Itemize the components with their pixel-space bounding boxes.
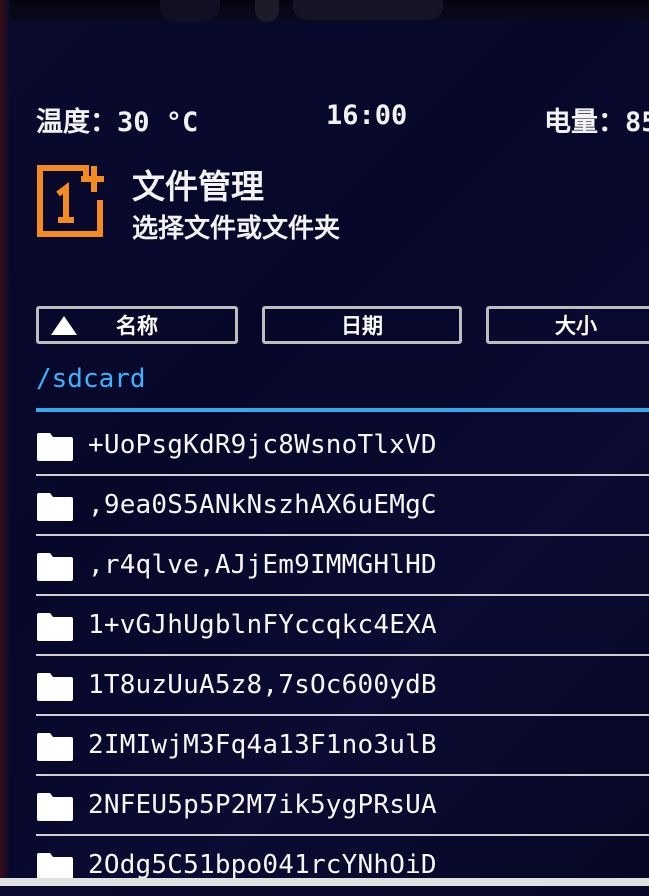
current-path: /sdcard <box>36 364 146 394</box>
sort-by-name-button[interactable]: 名称 <box>36 306 238 344</box>
list-item[interactable]: ,9ea0S5ANkNszhAX6uEMgC <box>36 476 649 536</box>
page-header: 文件管理 选择文件或文件夹 <box>36 160 636 250</box>
oneplus-logo-icon <box>37 165 104 237</box>
file-name: +UoPsgKdR9jc8WsnoTlxVD <box>88 430 437 460</box>
proximity-sensor <box>160 0 220 22</box>
sort-by-date-button[interactable]: 日期 <box>262 306 462 344</box>
device-bezel <box>0 0 649 22</box>
file-name: 1+vGJhUgblnFYccqkc4EXA <box>88 610 437 640</box>
triangle-up-icon <box>51 316 77 335</box>
list-item[interactable]: 1T8uzUuA5z8,7sOc600ydB <box>36 656 649 716</box>
list-item[interactable]: 2NFEU5p5P2M7ik5ygPRsUA <box>36 776 649 836</box>
file-name: 2NFEU5p5P2M7ik5ygPRsUA <box>88 790 437 820</box>
list-item[interactable]: ,r4qlve,AJjEm9IMMGHlHD <box>36 536 649 596</box>
folder-icon <box>37 733 73 761</box>
screen-bottom-edge <box>0 878 649 886</box>
status-bar: 温度：30 °C 16:00 电量：85 <box>0 100 649 138</box>
file-name: ,r4qlve,AJjEm9IMMGHlHD <box>88 550 437 580</box>
folder-icon <box>37 493 73 521</box>
clock: 16:00 <box>326 100 408 131</box>
page-subtitle: 选择文件或文件夹 <box>132 214 341 244</box>
folder-icon <box>37 433 73 461</box>
battery-readout: 电量：85 <box>544 107 649 138</box>
page-title: 文件管理 <box>132 167 264 206</box>
path-divider <box>36 408 649 412</box>
file-name: 2IMIwjM3Fq4a13F1no3ulB <box>88 730 437 760</box>
list-item[interactable]: +UoPsgKdR9jc8WsnoTlxVD <box>36 416 649 476</box>
list-item[interactable]: 1+vGJhUgblnFYccqkc4EXA <box>36 596 649 656</box>
folder-icon <box>37 793 73 821</box>
folder-icon <box>37 613 73 641</box>
file-list: +UoPsgKdR9jc8WsnoTlxVD ,9ea0S5ANkNszhAX6… <box>36 416 649 896</box>
earpiece-speaker <box>293 0 443 20</box>
sort-by-name-label: 名称 <box>116 314 158 338</box>
file-name: 1T8uzUuA5z8,7sOc600ydB <box>88 670 437 700</box>
folder-icon <box>37 673 73 701</box>
temperature-readout: 温度：30 °C <box>36 107 199 138</box>
front-camera-icon <box>255 0 279 22</box>
list-item[interactable]: 2Odg5C51bpo041rcYNhOiD <box>36 836 649 896</box>
file-name: 2Odg5C51bpo041rcYNhOiD <box>88 850 437 880</box>
folder-icon <box>37 553 73 581</box>
sort-by-size-label: 大小 <box>555 314 597 338</box>
sort-bar: 名称 日期 大小 <box>36 306 649 354</box>
list-item[interactable]: 2IMIwjM3Fq4a13F1no3ulB <box>36 716 649 776</box>
sort-by-date-label: 日期 <box>341 314 383 338</box>
file-name: ,9ea0S5ANkNszhAX6uEMgC <box>88 490 437 520</box>
sort-by-size-button[interactable]: 大小 <box>486 306 649 344</box>
